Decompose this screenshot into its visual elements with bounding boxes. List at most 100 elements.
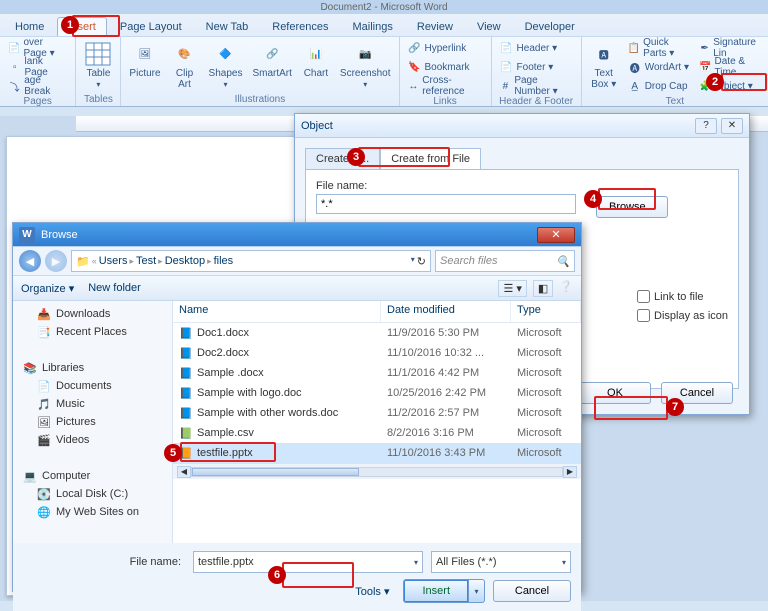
sidebar-item[interactable]: 🖼Pictures [19,413,166,431]
help-button[interactable]: ? [695,118,717,134]
breadcrumb[interactable]: files [214,255,234,267]
tab-review[interactable]: Review [406,17,464,36]
tab-create-from-file[interactable]: Create from File [380,148,481,169]
tab-pagelayout[interactable]: Page Layout [109,17,193,36]
tab-references[interactable]: References [261,17,339,36]
table-button[interactable]: Table▾ [82,39,114,91]
scroll-right-arrow[interactable]: ▶ [563,466,577,478]
browse-close-button[interactable]: ✕ [537,227,575,243]
address-bar[interactable]: 📁 « Users▸ Test▸ Desktop▸ files ▾↻ [71,250,431,272]
filetype-combo[interactable]: All Files (*.*)▾ [431,551,571,573]
col-name[interactable]: Name [173,301,381,322]
picture-icon: 🖼 [131,41,159,67]
scroll-thumb[interactable] [192,468,359,476]
preview-button[interactable]: ◧ [533,280,553,297]
sidebar-item[interactable]: 📚Libraries [19,359,166,377]
insert-dropdown[interactable]: ▾ [469,579,485,603]
file-row[interactable]: 📘Sample with other words.doc11/2/2016 2:… [173,403,581,423]
file-row[interactable]: 📙testfile.pptx11/10/2016 3:43 PMMicrosof… [173,443,581,463]
close-button[interactable]: ✕ [721,118,743,134]
chevron-down-icon[interactable]: ▾ [411,255,415,268]
blank-page-button[interactable]: ▫lank Page [6,58,69,76]
signatureline-button[interactable]: ✒Signature Lin [697,39,762,57]
col-date[interactable]: Date modified [381,301,511,322]
browse-cancel-button[interactable]: Cancel [493,580,571,602]
textbox-button[interactable]: 🅰Text Box ▾ [588,39,620,92]
file-type: Microsoft [511,327,581,339]
file-row[interactable]: 📘Sample .docx11/1/2016 4:42 PMMicrosoft [173,363,581,383]
ok-button[interactable]: OK [579,382,651,404]
view-button[interactable]: ☰ ▾ [498,280,526,297]
sidebar-item[interactable]: 💻Computer [19,467,166,485]
breadcrumb[interactable]: Test [136,255,156,267]
organize-button[interactable]: Organize ▾ [21,282,74,295]
breadcrumb[interactable]: Desktop [165,255,205,267]
footer-button[interactable]: 📄Footer ▾ [498,58,575,76]
tab-newtab[interactable]: New Tab [195,17,260,36]
clipart-button[interactable]: 🎨Clip Art [169,39,201,92]
wordart-button[interactable]: 🅐WordArt ▾ [626,58,691,76]
file-row[interactable]: 📗Sample.csv8/2/2016 3:16 PMMicrosoft [173,423,581,443]
display-as-icon-checkbox[interactable]: Display as icon [637,309,728,322]
sidebar-item[interactable]: 📑Recent Places [19,323,166,341]
tab-home[interactable]: Home [4,17,55,36]
navigation-pane: 📥Downloads📑Recent Places 📚Libraries📄Docum… [13,301,173,543]
sidebar-item-label: Pictures [56,416,96,428]
tab-view[interactable]: View [466,17,512,36]
sidebar-item[interactable]: 🎵Music [19,395,166,413]
file-list-header[interactable]: Name Date modified Type [173,301,581,323]
tab-developer[interactable]: Developer [514,17,586,36]
file-row[interactable]: 📘Doc2.docx11/10/2016 10:32 ...Microsoft [173,343,581,363]
refresh-icon[interactable]: ↻ [417,255,426,268]
filename-input[interactable] [316,194,576,214]
shapes-icon: 🔷 [212,41,240,67]
filename-combo[interactable]: testfile.pptx▾ [193,551,423,573]
tab-create-new[interactable]: Create N... [305,148,380,169]
insert-split-button[interactable]: Insert ▾ [403,579,485,603]
tools-button[interactable]: Tools ▾ [355,585,389,598]
tab-mailings[interactable]: Mailings [342,17,404,36]
hyperlink-button[interactable]: 🔗Hyperlink [406,39,485,57]
help-icon[interactable]: ❔ [559,280,573,297]
browse-button[interactable]: Browse... [596,196,668,218]
file-row[interactable]: 📘Sample with logo.doc10/25/2016 2:42 PMM… [173,383,581,403]
file-row[interactable]: 📘Doc1.docx11/9/2016 5:30 PMMicrosoft [173,323,581,343]
browse-dialog-title[interactable]: W Browse ✕ [13,223,581,247]
sidebar-item[interactable]: 💽Local Disk (C:) [19,485,166,503]
pagenumber-button[interactable]: #Page Number ▾ [498,77,575,95]
sidebar-item [19,341,166,359]
header-button[interactable]: 📄Header ▾ [498,39,575,57]
scroll-left-arrow[interactable]: ◀ [177,466,191,478]
picture-button[interactable]: 🖼Picture [127,39,162,81]
sidebar-item[interactable]: 📥Downloads [19,305,166,323]
display-as-icon-check[interactable] [637,309,650,322]
quickparts-button[interactable]: 📋Quick Parts ▾ [626,39,691,57]
chart-button[interactable]: 📊Chart [300,39,332,81]
search-input[interactable]: Search files🔍 [435,250,575,272]
col-type[interactable]: Type [511,301,581,322]
object-dialog-title[interactable]: Object ? ✕ [295,114,749,138]
dropcap-button[interactable]: A̲Drop Cap [626,77,691,95]
sidebar-item[interactable]: 🌐My Web Sites on [19,503,166,521]
datetime-button[interactable]: 📅Date & Time [697,58,762,76]
file-date: 11/2/2016 2:57 PM [381,407,511,419]
shapes-button[interactable]: 🔷Shapes▾ [207,39,245,91]
insert-button[interactable]: Insert [403,579,469,603]
page-break-icon: ⤵ [8,79,21,93]
crossref-button[interactable]: ↔Cross-reference [406,77,485,95]
smartart-button[interactable]: 🔗SmartArt [250,39,293,81]
link-to-file-checkbox[interactable]: Link to file [637,290,728,303]
hscrollbar[interactable]: ◀ ▶ [173,463,581,479]
link-to-file-check[interactable] [637,290,650,303]
nav-back-button[interactable]: ◀ [19,250,41,272]
sidebar-item[interactable]: 📄Documents [19,377,166,395]
cover-page-button[interactable]: 📄over Page ▾ [6,39,69,57]
sidebar-item[interactable]: 🎬Videos [19,431,166,449]
nav-forward-button[interactable]: ▶ [45,250,67,272]
breadcrumb[interactable]: Users [99,255,128,267]
screenshot-button[interactable]: 📷Screenshot▾ [338,39,393,91]
newfolder-button[interactable]: New folder [88,282,141,295]
file-date: 11/10/2016 3:43 PM [381,447,511,459]
bookmark-button[interactable]: 🔖Bookmark [406,58,485,76]
page-break-button[interactable]: ⤵age Break [6,77,69,95]
